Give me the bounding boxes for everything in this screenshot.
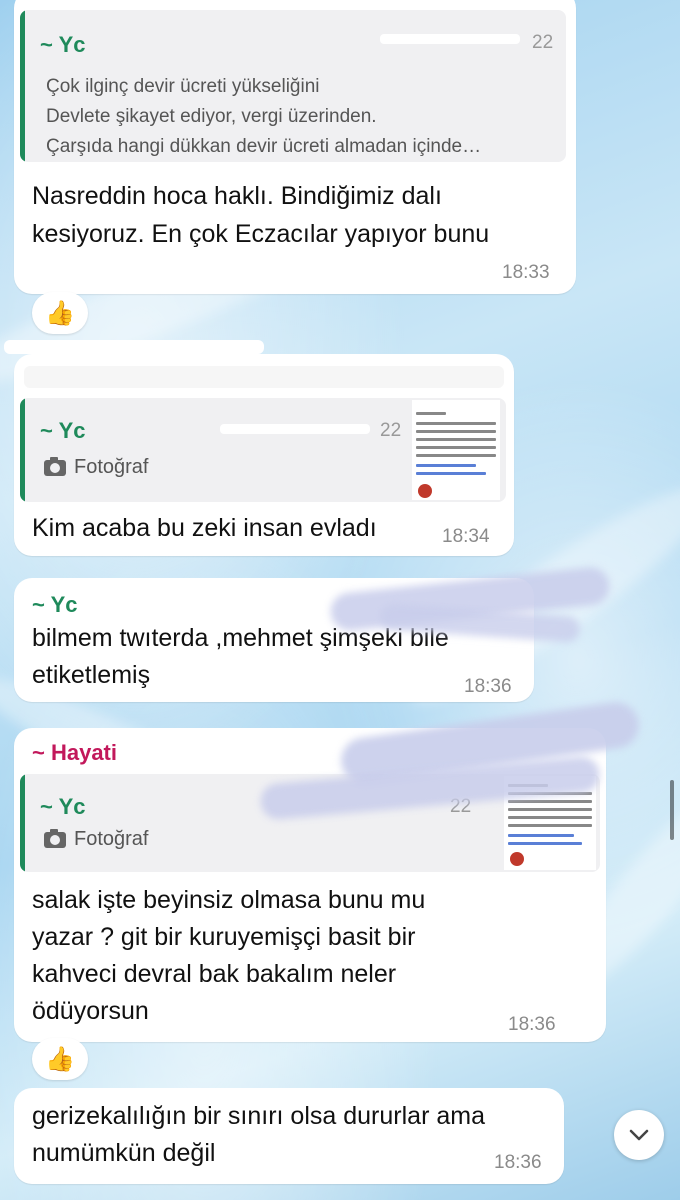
message-text: Kim acaba bu zeki insan evladı xyxy=(32,514,377,542)
message-text: kesiyoruz. En çok Eczacılar yapıyor bunu xyxy=(32,220,490,248)
message-text: Nasreddin hoca haklı. Bindiğimiz dalı xyxy=(32,182,442,210)
quote-partial-time: 22 xyxy=(532,32,554,53)
redacted-header xyxy=(4,340,264,354)
message-text: ödüyorsun xyxy=(32,997,149,1025)
message-text: kahveci devral bak bakalım neler xyxy=(32,960,397,988)
redacted-timestamp xyxy=(380,34,520,44)
scroll-to-bottom-button[interactable] xyxy=(614,1110,664,1160)
quoted-sender-name: ~ Yc xyxy=(40,418,86,443)
message-time: 18:36 xyxy=(464,676,512,697)
quoted-line: Çarşıda hangi dükkan devir ücreti almada… xyxy=(46,136,482,157)
message-time: 18:34 xyxy=(442,526,490,547)
photo-label: Fotoğraf xyxy=(74,828,149,850)
quoted-message[interactable]: ~ Yc 22 Fotoğraf xyxy=(20,398,506,502)
scrollbar[interactable] xyxy=(670,780,674,840)
sender-name[interactable]: ~ Hayati xyxy=(32,740,117,766)
message-time: 18:36 xyxy=(508,1014,556,1035)
chevron-down-icon xyxy=(629,1129,649,1141)
quoted-message[interactable]: ~ Yc 22 Çok ilginç devir ücreti yükseliğ… xyxy=(20,10,566,162)
quoted-photo-thumbnail[interactable] xyxy=(412,400,500,500)
redacted-timestamp xyxy=(220,424,370,434)
reaction-badge[interactable]: 👍 xyxy=(32,292,88,334)
thumbs-up-icon: 👍 xyxy=(45,1045,75,1073)
quoted-sender-name: ~ Yc xyxy=(40,32,86,57)
quoted-line: Çok ilginç devir ücreti yükseliğini xyxy=(46,76,320,97)
photo-label: Fotoğraf xyxy=(74,456,149,478)
message-text: etiketlemiş xyxy=(32,661,151,689)
quoted-photo-label: Fotoğraf xyxy=(44,828,148,851)
message-text: gerizekalılığın bir sınırı olsa dururlar… xyxy=(32,1102,485,1130)
quoted-photo-label: Fotoğraf xyxy=(44,456,148,479)
message-bubble[interactable]: ~ Yc 22 Çok ilginç devir ücreti yükseliğ… xyxy=(14,0,576,294)
camera-icon xyxy=(44,456,66,476)
quoted-sender-name: ~ Yc xyxy=(40,794,86,819)
message-time: 18:33 xyxy=(502,262,550,283)
camera-icon xyxy=(44,828,66,848)
reaction-badge[interactable]: 👍 xyxy=(32,1038,88,1080)
message-text: numümkün değil xyxy=(32,1139,216,1167)
sender-name[interactable]: ~ Yc xyxy=(32,592,77,618)
message-text: yazar ? git bir kuruyemişçi basit bir xyxy=(32,923,416,951)
redacted-header xyxy=(24,366,504,388)
quoted-line: Devlete şikayet ediyor, vergi üzerinden. xyxy=(46,106,377,127)
quote-partial-time: 22 xyxy=(380,420,402,441)
thumbs-up-icon: 👍 xyxy=(45,299,75,327)
message-bubble[interactable]: gerizekalılığın bir sınırı olsa dururlar… xyxy=(14,1088,564,1184)
message-text: salak işte beyinsiz olmasa bunu mu xyxy=(32,886,426,914)
message-time: 18:36 xyxy=(494,1152,542,1173)
message-bubble[interactable]: ~ Yc 22 Fotoğraf Kim acaba bu zeki insan… xyxy=(4,340,514,556)
